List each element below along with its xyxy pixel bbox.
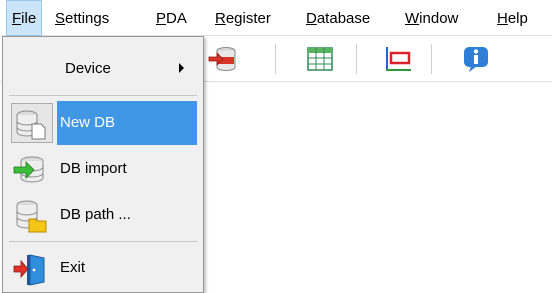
menu-register-label: Register <box>215 10 271 27</box>
menu-item-new-db[interactable]: New DB <box>5 101 201 145</box>
menu-settings[interactable]: Settings <box>55 0 109 36</box>
db-path-icon <box>13 199 47 233</box>
menu-item-db-import[interactable]: DB import <box>5 147 201 191</box>
menu-window[interactable]: Window <box>405 0 458 36</box>
menu-file-label: File <box>12 10 37 27</box>
menu-item-label: Device <box>65 60 111 77</box>
exit-icon <box>13 252 47 286</box>
toolbar-separator <box>275 44 276 74</box>
db-export-icon[interactable] <box>208 44 238 74</box>
menu-item-label: Exit <box>60 259 86 276</box>
menu-item-label: DB path ... <box>60 206 131 223</box>
menu-database[interactable]: Database <box>306 0 370 36</box>
frame-icon[interactable] <box>383 44 413 74</box>
menu-separator <box>9 95 197 96</box>
db-import-icon <box>13 153 47 187</box>
menu-window-label: Window <box>405 10 459 27</box>
menu-item-device[interactable]: Device <box>5 47 201 91</box>
menu-help[interactable]: Help <box>497 0 528 36</box>
table-icon[interactable] <box>305 44 335 74</box>
submenu-arrow-icon <box>179 63 184 73</box>
menu-separator <box>9 241 197 242</box>
menu-item-label: New DB <box>60 114 116 131</box>
toolbar-separator <box>356 44 357 74</box>
new-db-icon <box>13 107 47 141</box>
menu-file[interactable]: File <box>6 0 43 36</box>
menu-item-db-path[interactable]: DB path ... <box>5 193 201 237</box>
menu-item-exit[interactable]: Exit <box>5 246 201 290</box>
menu-pda[interactable]: PDA <box>156 0 187 36</box>
menu-pda-label: PDA <box>156 10 187 27</box>
menu-bar: File Settings PDA Register Database Wind… <box>0 0 552 36</box>
toolbar-separator <box>431 44 432 74</box>
info-icon[interactable] <box>461 44 491 74</box>
menu-database-label: Database <box>306 10 371 27</box>
file-menu-dropdown: Device New DB DB import DB path ... Exit <box>2 36 204 293</box>
menu-settings-label: Settings <box>55 10 110 27</box>
menu-help-label: Help <box>497 10 528 27</box>
menu-register[interactable]: Register <box>215 0 271 36</box>
menu-item-label: DB import <box>60 160 127 177</box>
